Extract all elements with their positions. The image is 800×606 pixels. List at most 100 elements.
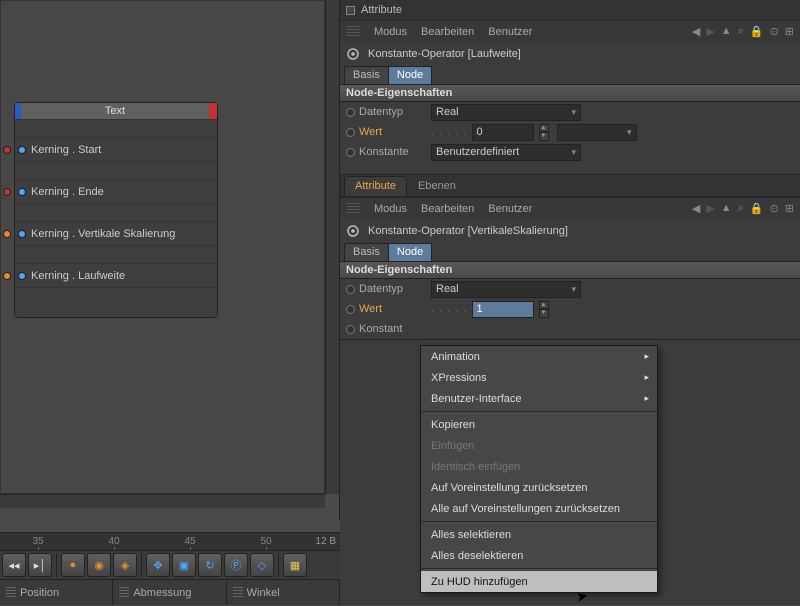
panel-header[interactable]: Attribute xyxy=(340,0,800,20)
context-menu-item[interactable]: Auf Voreinstellung zurücksetzen xyxy=(421,477,657,498)
move-key-button[interactable]: ✥ xyxy=(146,553,170,577)
node-title: Text xyxy=(21,103,209,119)
scrollbar-horizontal[interactable] xyxy=(0,494,325,508)
port-connector-icon[interactable] xyxy=(3,188,11,196)
gear-icon xyxy=(346,47,360,61)
wert-input[interactable]: 0 xyxy=(472,124,534,141)
node-port-row[interactable]: Kerning . Start xyxy=(15,137,217,161)
render-button[interactable]: ▦ xyxy=(283,553,307,577)
spinner[interactable]: ▲▼ xyxy=(539,124,549,141)
node-titlebar[interactable]: Text xyxy=(15,103,217,119)
new-icon[interactable]: ⊙ xyxy=(770,25,779,38)
attribute-tabs: Basis Node xyxy=(340,66,800,84)
tab-node[interactable]: Node xyxy=(388,66,432,84)
tab-attribute[interactable]: Attribute xyxy=(344,176,407,196)
status-angle: Winkel xyxy=(227,580,340,605)
rotate-key-button[interactable]: ↻ xyxy=(198,553,222,577)
tab-basis[interactable]: Basis xyxy=(344,243,389,261)
autokey-button[interactable]: ◉ xyxy=(87,553,111,577)
tab-basis[interactable]: Basis xyxy=(344,66,389,84)
context-menu-item[interactable]: Alles selektieren xyxy=(421,524,657,545)
anim-dot-icon[interactable] xyxy=(346,128,355,137)
goto-end-button[interactable]: ▸│ xyxy=(28,553,52,577)
context-menu-item: Identisch einfügen xyxy=(421,456,657,477)
prop-label: Wert xyxy=(359,126,427,138)
anim-dot-icon[interactable] xyxy=(346,305,355,314)
context-menu-item[interactable]: Kopieren xyxy=(421,414,657,435)
port-connector-icon[interactable] xyxy=(3,146,11,154)
param-key-button[interactable]: Ⓟ xyxy=(224,553,248,577)
context-menu-item[interactable]: Alle auf Voreinstellungen zurücksetzen xyxy=(421,498,657,519)
context-menu[interactable]: AnimationXPressionsBenutzer-Interface Kop… xyxy=(420,345,658,593)
search-icon[interactable]: ⌕ xyxy=(738,25,744,38)
attribute-tabs: Basis Node xyxy=(340,243,800,261)
konstante-dropdown[interactable]: Benutzerdefiniert xyxy=(431,144,581,161)
nav-back-icon[interactable]: ◀ xyxy=(692,25,700,38)
new-icon[interactable]: ⊙ xyxy=(770,202,779,215)
node-output-handle[interactable] xyxy=(209,103,217,119)
object-name: Konstante-Operator [Laufweite] xyxy=(368,48,521,60)
datentyp-dropdown[interactable]: Real xyxy=(431,104,581,121)
spinner[interactable]: ▲▼ xyxy=(539,301,549,318)
keyframe-button[interactable]: ◈ xyxy=(113,553,137,577)
menu-item[interactable]: Modus xyxy=(374,26,407,38)
scale-key-button[interactable]: ▣ xyxy=(172,553,196,577)
prop-wert: Wert . . . . . 0 ▲▼ xyxy=(340,122,800,142)
prop-konstante: Konstante Benutzerdefiniert xyxy=(340,142,800,162)
lock-icon[interactable]: 🔒 xyxy=(750,202,764,215)
context-menu-item[interactable]: Benutzer-Interface xyxy=(421,388,657,409)
nav-up-icon[interactable]: ▲ xyxy=(721,25,732,38)
port-dot-icon xyxy=(19,147,25,153)
port-connector-icon[interactable] xyxy=(3,230,11,238)
panel-tab-row: Attribute Ebenen xyxy=(340,175,800,197)
grip-icon xyxy=(346,203,360,215)
dots: . . . . . xyxy=(431,126,468,138)
menu-item[interactable]: Modus xyxy=(374,203,407,215)
tab-ebenen[interactable]: Ebenen xyxy=(407,176,467,196)
context-menu-item[interactable]: XPressions xyxy=(421,367,657,388)
node-port-row[interactable]: Kerning . Laufweite xyxy=(15,263,217,287)
anim-dot-icon[interactable] xyxy=(346,108,355,117)
xpresso-node-text[interactable]: Text Kerning . Start Kerning . Ende Kern… xyxy=(14,102,218,318)
wert-input[interactable]: 1 xyxy=(472,301,534,318)
record-button[interactable]: ● xyxy=(61,553,85,577)
search-icon[interactable]: ⌕ xyxy=(738,202,744,215)
menu-item[interactable]: Bearbeiten xyxy=(421,203,474,215)
context-menu-item[interactable]: Animation xyxy=(421,346,657,367)
status-label: Winkel xyxy=(247,587,280,599)
anim-dot-icon[interactable] xyxy=(346,285,355,294)
anim-dot-icon[interactable] xyxy=(346,325,355,334)
timeline-ruler[interactable]: 35 40 45 50 12 B xyxy=(0,532,340,550)
viewport-canvas[interactable]: Text Kerning . Start Kerning . Ende Kern… xyxy=(0,0,325,494)
nav-back-icon[interactable]: ◀ xyxy=(692,202,700,215)
context-menu-item[interactable]: Zu HUD hinzufügen xyxy=(421,571,657,592)
node-port-row[interactable]: Kerning . Ende xyxy=(15,179,217,203)
add-icon[interactable]: ⊞ xyxy=(785,25,794,38)
nav-fwd-icon[interactable]: ▶ xyxy=(706,202,714,215)
tab-node[interactable]: Node xyxy=(388,243,432,261)
lock-icon[interactable]: 🔒 xyxy=(750,25,764,38)
dropdown-value: Real xyxy=(436,106,459,118)
dropdown-value: Benutzerdefiniert xyxy=(436,146,519,158)
prop-datentyp: Datentyp Real xyxy=(340,102,800,122)
port-label: Kerning . Vertikale Skalierung xyxy=(31,228,175,240)
menu-item[interactable]: Benutzer xyxy=(488,26,532,38)
goto-start-button[interactable]: ◂◂ xyxy=(2,553,26,577)
datentyp-dropdown[interactable]: Real xyxy=(431,281,581,298)
panel-checkbox-icon[interactable] xyxy=(346,6,355,15)
menu-item[interactable]: Benutzer xyxy=(488,203,532,215)
nav-up-icon[interactable]: ▲ xyxy=(721,202,732,215)
port-connector-icon[interactable] xyxy=(3,272,11,280)
menu-item[interactable]: Bearbeiten xyxy=(421,26,474,38)
timeline-tick: 50 xyxy=(228,536,304,547)
wert-unit-dropdown[interactable] xyxy=(557,124,637,141)
input-value: 0 xyxy=(477,126,483,138)
add-icon[interactable]: ⊞ xyxy=(785,202,794,215)
anim-dot-icon[interactable] xyxy=(346,148,355,157)
context-menu-item[interactable]: Alles deselektieren xyxy=(421,545,657,566)
scrollbar-vertical[interactable] xyxy=(325,0,339,494)
nav-fwd-icon[interactable]: ▶ xyxy=(706,25,714,38)
pla-key-button[interactable]: ◇ xyxy=(250,553,274,577)
node-port-row[interactable]: Kerning . Vertikale Skalierung xyxy=(15,221,217,245)
timeline-tick: 35 xyxy=(0,536,76,547)
